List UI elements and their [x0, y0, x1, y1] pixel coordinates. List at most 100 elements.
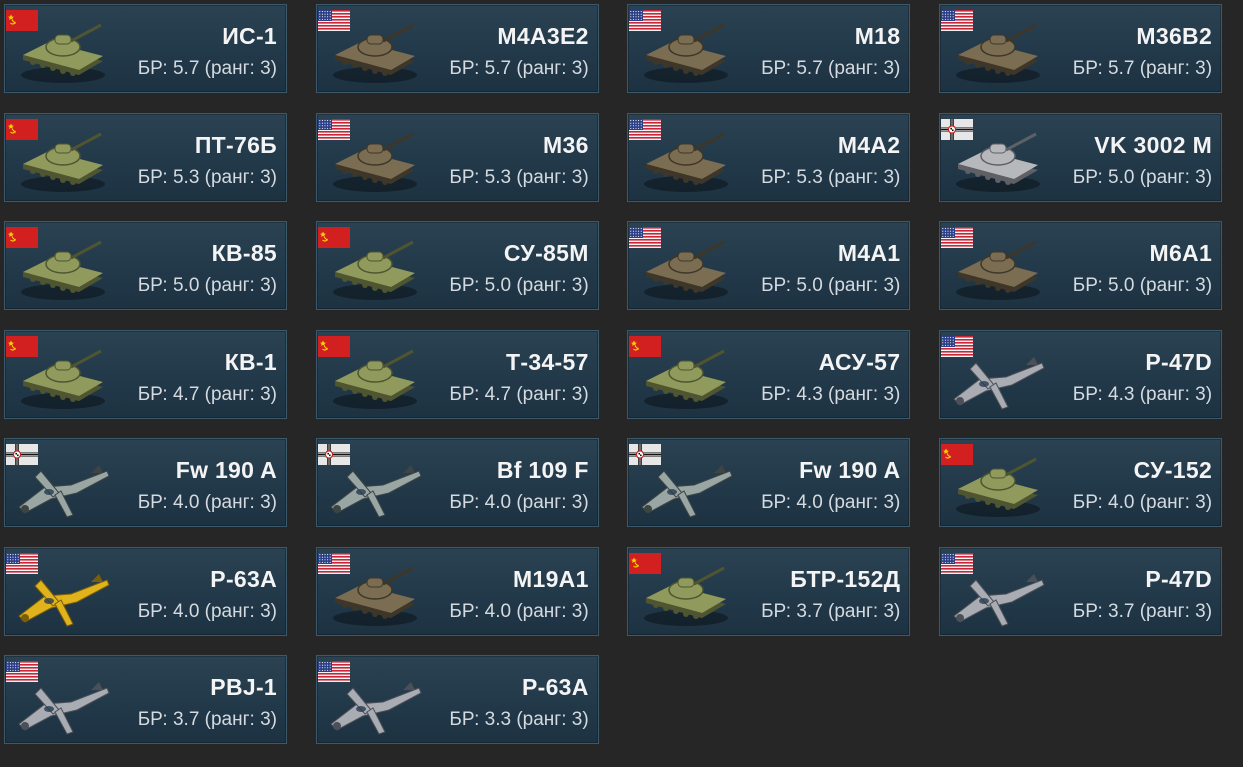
- usa-flag-icon: [629, 10, 662, 31]
- vehicle-br-rank: БР: 4.7 (ранг: 3): [449, 383, 589, 405]
- vehicle-card[interactable]: АСУ-57 БР: 4.3 (ранг: 3): [627, 329, 911, 419]
- vehicle-card[interactable]: P-47D БР: 3.7 (ранг: 3): [939, 546, 1223, 636]
- vehicle-card[interactable]: Т-34-57 БР: 4.7 (ранг: 3): [315, 329, 599, 419]
- vehicle-br-rank: БР: 5.7 (ранг: 3): [137, 58, 277, 79]
- usa-flag-icon: [941, 552, 974, 574]
- vehicle-name: M4A1: [837, 240, 901, 266]
- ussr-flag-icon: [6, 335, 38, 357]
- vehicle-card[interactable]: PBJ-1 БР: 3.7 (ранг: 3): [4, 655, 287, 744]
- vehicle-card[interactable]: P-47D БР: 4.3 (ранг: 3): [939, 329, 1223, 419]
- vehicle-name: ПТ-76Б: [194, 131, 277, 158]
- vehicle-br-rank: БР: 4.0 (ранг: 3): [1072, 492, 1213, 513]
- vehicle-br-rank: БР: 4.7 (ранг: 3): [137, 383, 277, 405]
- vehicle-card[interactable]: Bf 109 F БР: 4.0 (ранг: 3): [315, 438, 599, 527]
- vehicle-card[interactable]: M18 БР: 5.7 (ранг: 3): [627, 4, 911, 93]
- vehicle-card[interactable]: БТР-152Д БР: 3.7 (ранг: 3): [627, 546, 911, 636]
- vehicle-br-rank: БР: 5.0 (ранг: 3): [449, 275, 589, 296]
- germany-flag-icon: [6, 444, 38, 465]
- vehicle-name: ИС-1: [222, 23, 277, 49]
- vehicle-grid: ИС-1 БР: 5.7 (ранг: 3) M4A3E2 БР: 5.7 (ранг…: [4, 4, 1223, 744]
- vehicle-br-rank: БР: 5.0 (ранг: 3): [1072, 166, 1213, 188]
- vehicle-name: КВ-1: [224, 348, 277, 375]
- usa-flag-icon: [941, 227, 974, 248]
- vehicle-card[interactable]: M19A1 БР: 4.0 (ранг: 3): [315, 546, 599, 636]
- germany-flag-icon: [941, 118, 974, 140]
- vehicle-card[interactable]: M4A2 БР: 5.3 (ранг: 3): [627, 112, 911, 202]
- usa-flag-icon: [941, 335, 974, 357]
- vehicle-name: P-63A: [210, 565, 277, 592]
- vehicle-name: P-47D: [1145, 565, 1213, 592]
- ussr-flag-icon: [6, 10, 38, 31]
- vehicle-card[interactable]: Fw 190 A БР: 4.0 (ранг: 3): [4, 438, 287, 527]
- germany-flag-icon: [629, 444, 662, 465]
- vehicle-card[interactable]: ИС-1 БР: 5.7 (ранг: 3): [4, 4, 287, 93]
- vehicle-name: Fw 190 A: [175, 457, 277, 483]
- usa-flag-icon: [6, 661, 38, 682]
- vehicle-card[interactable]: ПТ-76Б БР: 5.3 (ранг: 3): [4, 112, 287, 202]
- usa-flag-icon: [317, 118, 350, 140]
- vehicle-br-rank: БР: 4.0 (ранг: 3): [137, 492, 277, 513]
- vehicle-br-rank: БР: 5.3 (ранг: 3): [137, 166, 277, 188]
- vehicle-card[interactable]: VK 3002 M БР: 5.0 (ранг: 3): [939, 112, 1223, 202]
- vehicle-card[interactable]: M36 БР: 5.3 (ранг: 3): [315, 112, 599, 202]
- vehicle-card[interactable]: P-63A БР: 3.3 (ранг: 3): [315, 655, 599, 744]
- vehicle-br-rank: БР: 3.7 (ранг: 3): [761, 600, 901, 622]
- vehicle-name: БТР-152Д: [790, 565, 901, 592]
- vehicle-br-rank: БР: 4.0 (ранг: 3): [449, 492, 589, 513]
- vehicle-br-rank: БР: 5.0 (ранг: 3): [761, 275, 901, 296]
- vehicle-br-rank: БР: 5.7 (ранг: 3): [1072, 58, 1213, 79]
- vehicle-card[interactable]: СУ-152 БР: 4.0 (ранг: 3): [939, 438, 1223, 527]
- vehicle-card[interactable]: КВ-85 БР: 5.0 (ранг: 3): [4, 221, 287, 310]
- vehicle-name: КВ-85: [211, 240, 277, 266]
- usa-flag-icon: [629, 118, 662, 140]
- ussr-flag-icon: [629, 335, 662, 357]
- vehicle-br-rank: БР: 5.0 (ранг: 3): [137, 275, 277, 296]
- vehicle-card[interactable]: P-63A БР: 4.0 (ранг: 3): [4, 546, 287, 636]
- vehicle-name: M36: [543, 131, 589, 158]
- vehicle-card[interactable]: M36B2 БР: 5.7 (ранг: 3): [939, 4, 1223, 93]
- vehicle-br-rank: БР: 5.3 (ранг: 3): [449, 166, 589, 188]
- usa-flag-icon: [941, 10, 974, 31]
- vehicle-card[interactable]: СУ-85М БР: 5.0 (ранг: 3): [315, 221, 599, 310]
- ussr-flag-icon: [629, 552, 662, 574]
- vehicle-name: M6A1: [1149, 240, 1213, 266]
- vehicle-card[interactable]: M6A1 БР: 5.0 (ранг: 3): [939, 221, 1223, 310]
- vehicle-name: VK 3002 M: [1094, 131, 1213, 158]
- vehicle-name: Bf 109 F: [496, 457, 589, 483]
- vehicle-br-rank: БР: 3.7 (ранг: 3): [137, 709, 277, 730]
- vehicle-name: Fw 190 A: [799, 457, 901, 483]
- vehicle-name: PBJ-1: [210, 674, 277, 700]
- vehicle-name: СУ-152: [1133, 457, 1213, 483]
- usa-flag-icon: [629, 227, 662, 248]
- germany-flag-icon: [317, 444, 350, 465]
- vehicle-name: M19A1: [513, 565, 589, 592]
- vehicle-br-rank: БР: 3.7 (ранг: 3): [1072, 600, 1213, 622]
- vehicle-br-rank: БР: 5.0 (ранг: 3): [1072, 275, 1213, 296]
- vehicle-card[interactable]: M4A3E2 БР: 5.7 (ранг: 3): [315, 4, 599, 93]
- vehicle-br-rank: БР: 3.3 (ранг: 3): [449, 709, 589, 730]
- vehicle-card[interactable]: M4A1 БР: 5.0 (ранг: 3): [627, 221, 911, 310]
- vehicle-br-rank: БР: 5.7 (ранг: 3): [761, 58, 901, 79]
- vehicle-name: АСУ-57: [818, 348, 901, 375]
- ussr-flag-icon: [941, 444, 974, 465]
- usa-flag-icon: [317, 661, 350, 682]
- vehicle-card[interactable]: КВ-1 БР: 4.7 (ранг: 3): [4, 329, 287, 419]
- vehicle-name: M18: [854, 23, 901, 49]
- vehicle-name: P-63A: [521, 674, 589, 700]
- vehicle-br-rank: БР: 4.3 (ранг: 3): [761, 383, 901, 405]
- ussr-flag-icon: [317, 335, 350, 357]
- vehicle-card[interactable]: Fw 190 A БР: 4.0 (ранг: 3): [627, 438, 911, 527]
- ussr-flag-icon: [317, 227, 350, 248]
- vehicle-name: M4A2: [837, 131, 901, 158]
- vehicle-name: Т-34-57: [506, 348, 589, 375]
- vehicle-br-rank: БР: 4.0 (ранг: 3): [761, 492, 901, 513]
- vehicle-br-rank: БР: 5.7 (ранг: 3): [449, 58, 589, 79]
- ussr-flag-icon: [6, 118, 38, 140]
- usa-flag-icon: [317, 552, 350, 574]
- vehicle-br-rank: БР: 4.3 (ранг: 3): [1072, 383, 1213, 405]
- ussr-flag-icon: [6, 227, 38, 248]
- vehicle-name: M4A3E2: [497, 23, 589, 49]
- vehicle-br-rank: БР: 4.0 (ранг: 3): [137, 600, 277, 622]
- vehicle-name: СУ-85М: [503, 240, 589, 266]
- vehicle-br-rank: БР: 5.3 (ранг: 3): [761, 166, 901, 188]
